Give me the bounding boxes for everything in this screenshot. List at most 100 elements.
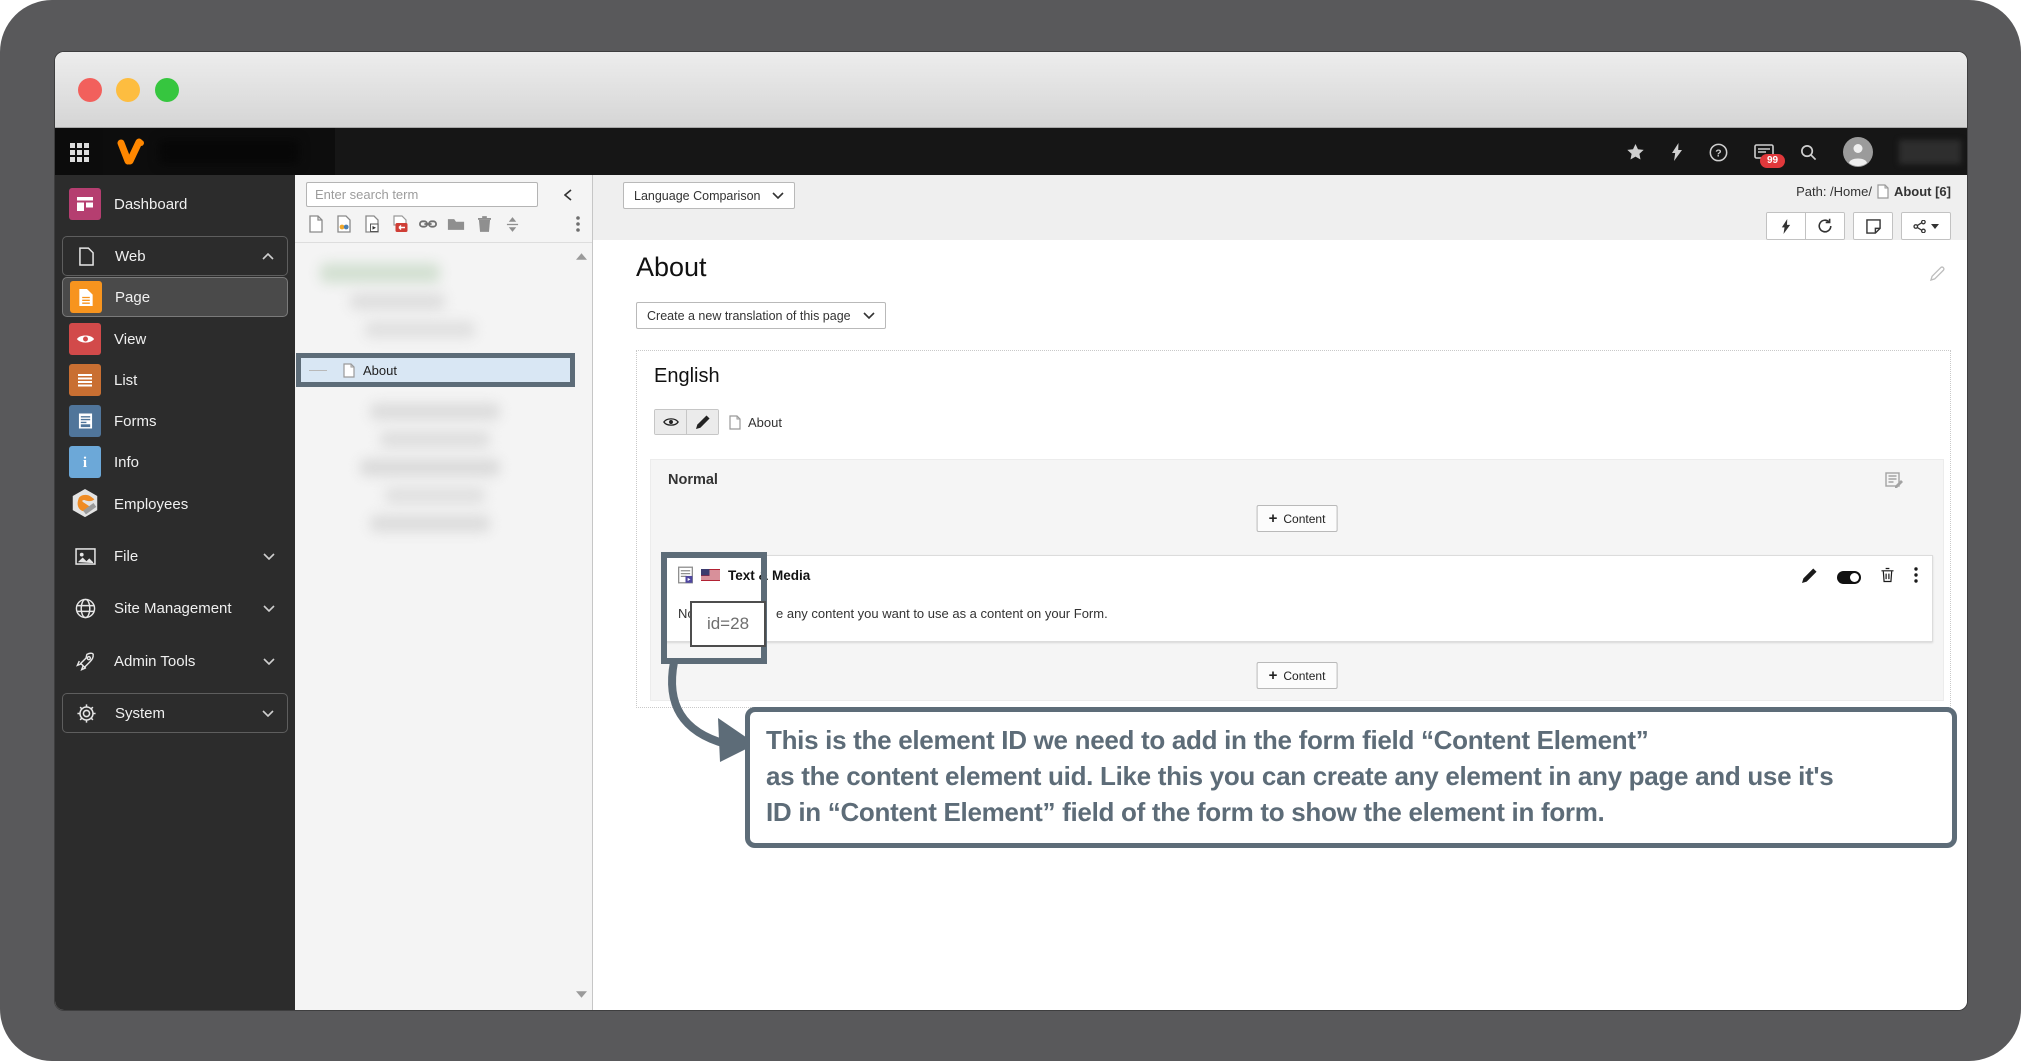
scroll-down-icon[interactable] xyxy=(576,991,587,998)
bookmarks-button[interactable] xyxy=(1626,143,1645,162)
sidebar-item-label: Site Management xyxy=(114,599,232,617)
avatar xyxy=(1843,137,1873,167)
path-label: Path: /Home/ xyxy=(1796,184,1872,199)
chevron-down-icon xyxy=(263,657,275,665)
language-title: English xyxy=(654,365,720,387)
search-button[interactable] xyxy=(1800,144,1817,161)
page-reference: About [6] xyxy=(1893,184,1951,199)
content-element-card[interactable]: Text & Media e any content you want to u… xyxy=(663,555,1933,642)
new-page-button[interactable] xyxy=(307,215,325,233)
dashboard-icon xyxy=(69,188,101,220)
language-comparison-select[interactable]: Language Comparison xyxy=(623,182,796,209)
sidebar-item-info[interactable]: i Info xyxy=(62,442,288,482)
minimize-window-button[interactable] xyxy=(116,78,140,102)
edit-element-button[interactable] xyxy=(1802,567,1817,588)
scroll-up-icon[interactable] xyxy=(576,253,587,260)
typo3-logo-icon xyxy=(117,138,144,165)
translation-select-label: Create a new translation of this page xyxy=(647,308,851,323)
language-page: About xyxy=(729,415,782,430)
annotation-line: This is the element ID we need to add in… xyxy=(766,725,1649,755)
sidebar-item-label: Page xyxy=(115,288,151,306)
new-link-button[interactable] xyxy=(419,218,437,230)
zoom-window-button[interactable] xyxy=(155,78,179,102)
document-icon xyxy=(75,245,97,267)
collapse-tree-button[interactable] xyxy=(558,186,578,204)
sidebar-item-page[interactable]: Page xyxy=(62,277,288,317)
chevron-down-icon xyxy=(863,312,875,319)
doc-header: Language Comparison Path: /Home/ About [… xyxy=(593,175,1967,240)
edit-title-button[interactable] xyxy=(1930,266,1945,281)
star-icon xyxy=(1627,143,1644,160)
view-page-button[interactable] xyxy=(655,410,686,434)
add-content-button-bottom[interactable]: + Content xyxy=(1256,662,1338,689)
translation-select[interactable]: Create a new translation of this page xyxy=(636,302,886,329)
new-page-group-button[interactable] xyxy=(335,215,353,233)
sidebar-item-label: List xyxy=(114,371,138,389)
sidebar-group-web[interactable]: Web xyxy=(62,236,288,276)
page-icon xyxy=(729,414,741,430)
sidebar-item-employees[interactable]: Employees xyxy=(62,484,288,524)
redacted-tree-item xyxy=(320,263,440,283)
sidebar-item-view[interactable]: View xyxy=(62,319,288,359)
module-menu-button[interactable] xyxy=(55,128,103,176)
edit-column-button[interactable] xyxy=(1885,472,1903,488)
folder-icon xyxy=(447,218,465,230)
internal-note-button[interactable] xyxy=(1854,213,1892,239)
expand-collapse-button[interactable] xyxy=(503,216,521,232)
pencil-icon xyxy=(695,415,710,429)
delete-drop-zone[interactable] xyxy=(475,215,493,233)
user-menu-button[interactable] xyxy=(1843,137,1873,167)
sidebar-item-list[interactable]: List xyxy=(62,360,288,400)
element-more-button[interactable] xyxy=(1914,567,1918,588)
tree-node-about[interactable]: About xyxy=(296,353,575,387)
new-folder-button[interactable] xyxy=(447,217,465,232)
sidebar-group-admin-tools[interactable]: Admin Tools xyxy=(62,641,288,681)
redacted-tree-item xyxy=(370,403,500,420)
tree-more-button[interactable] xyxy=(576,216,580,237)
system-information-button[interactable]: 99 xyxy=(1754,144,1786,168)
column-normal: Normal + Content Text & Media e any cont… xyxy=(650,459,1944,701)
redacted-site-name xyxy=(159,140,299,164)
help-button[interactable]: ? xyxy=(1709,143,1728,162)
sidebar-group-site-management[interactable]: Site Management xyxy=(62,588,288,628)
element-body-text: e any content you want to use as a conte… xyxy=(776,606,1108,621)
sidebar-item-label: System xyxy=(115,704,166,722)
module-body: About Create a new translation of this p… xyxy=(593,240,1967,1010)
chevron-down-icon xyxy=(263,552,275,560)
new-shortcut-page-button[interactable] xyxy=(363,215,381,233)
new-mountpoint-page-button[interactable] xyxy=(391,215,409,233)
add-content-button-top[interactable]: + Content xyxy=(1256,505,1338,532)
browser-window: ? 99 Dashboard Web Page View List Forms … xyxy=(55,52,1967,1010)
page-tree-panel: About xyxy=(295,175,593,1010)
sidebar-item-dashboard[interactable]: Dashboard xyxy=(62,184,288,224)
clear-cache-page-button[interactable] xyxy=(1767,213,1805,239)
refresh-button[interactable] xyxy=(1805,213,1844,239)
chevron-down-icon xyxy=(263,604,275,612)
module-sidebar: Dashboard Web Page View List Forms i Inf… xyxy=(55,175,295,1010)
trash-icon xyxy=(477,215,491,232)
chevron-left-icon xyxy=(564,189,572,201)
close-window-button[interactable] xyxy=(78,78,102,102)
tree-node-label: About xyxy=(363,362,397,378)
sidebar-item-forms[interactable]: Forms xyxy=(62,401,288,441)
employees-logo-icon xyxy=(69,488,101,520)
delete-element-button[interactable] xyxy=(1881,567,1894,588)
clear-cache-button[interactable] xyxy=(1671,143,1683,161)
page-icon xyxy=(343,362,355,378)
language-panel: English About Normal + Content Text & Me… xyxy=(636,350,1951,708)
svg-text:?: ? xyxy=(1715,148,1721,159)
sidebar-item-label: Forms xyxy=(114,412,157,430)
edit-page-button[interactable] xyxy=(686,410,718,434)
topbar-toolbar: ? 99 xyxy=(1626,128,1961,176)
sidebar-group-file[interactable]: File xyxy=(62,536,288,576)
form-icon xyxy=(69,405,101,437)
share-button[interactable] xyxy=(1902,213,1950,239)
search-input[interactable] xyxy=(306,182,538,207)
visibility-toggle[interactable] xyxy=(1837,571,1861,584)
brand-area[interactable] xyxy=(103,128,335,176)
tree-connector xyxy=(309,369,327,371)
page-icon xyxy=(70,281,102,313)
eye-icon xyxy=(662,418,679,426)
pencil-icon xyxy=(1802,567,1817,583)
sidebar-group-system[interactable]: System xyxy=(62,693,288,733)
